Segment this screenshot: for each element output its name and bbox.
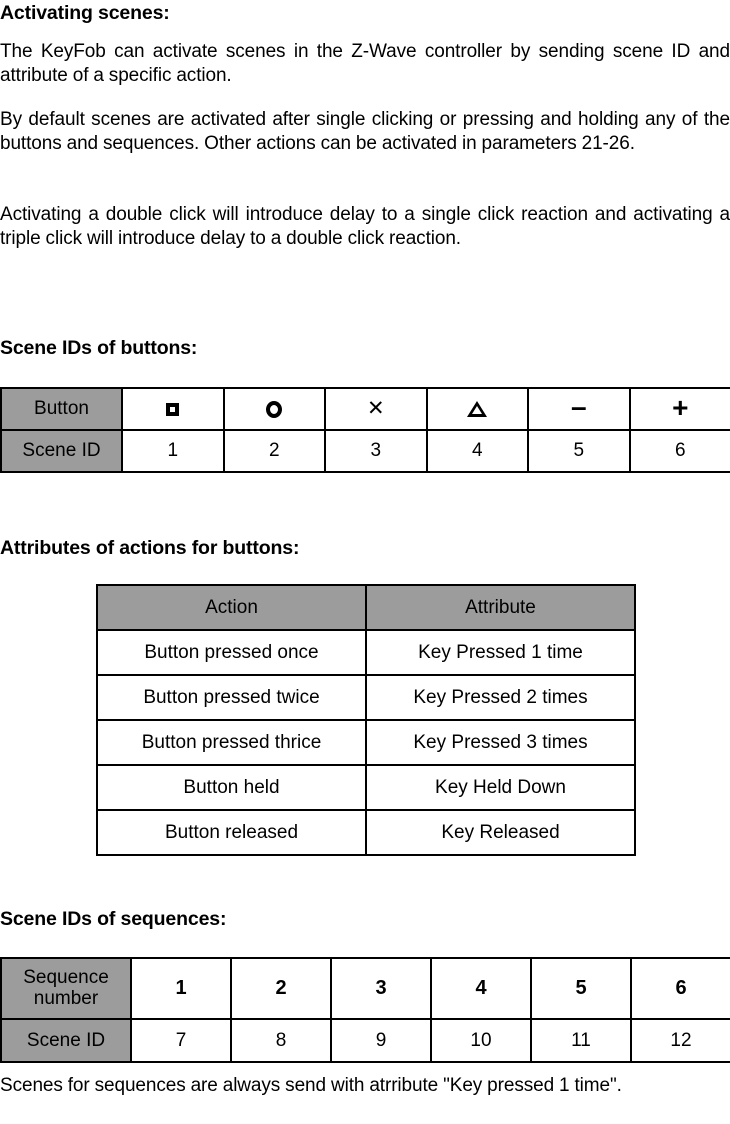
- cross-icon: ✕: [366, 396, 385, 420]
- cell-scene-id: 1: [121, 429, 225, 473]
- cell-scene-id: 9: [330, 1018, 432, 1063]
- cell-button-circle: [222, 387, 326, 431]
- heading-scene-ids-of-buttons: Scene IDs of buttons:: [0, 337, 198, 359]
- paragraph-double-triple-click: Activating a double click will introduce…: [0, 203, 730, 251]
- square-icon: [166, 402, 180, 416]
- paragraph-sequences-attribute-note: Scenes for sequences are always send wit…: [0, 1074, 730, 1098]
- attributes-of-actions-table: Action Attribute Button pressed once Key…: [96, 584, 636, 856]
- cell-scene-id: 8: [230, 1018, 332, 1063]
- table-row: Button held Key Held Down: [96, 764, 636, 811]
- cell-sequence-number: 5: [530, 957, 632, 1020]
- table-row: Button pressed once Key Pressed 1 time: [96, 629, 636, 676]
- circle-icon: [266, 400, 283, 418]
- column-header-action: Action: [96, 584, 367, 631]
- table-row-sequence-number: Sequence number 1 2 3 4 5 6: [0, 957, 730, 1020]
- cell-attribute: Key Pressed 3 times: [365, 719, 636, 766]
- cell-action: Button released: [96, 809, 367, 856]
- cell-attribute: Key Released: [365, 809, 636, 856]
- scene-ids-of-sequences-table: Sequence number 1 2 3 4 5 6 Scene ID 7 8…: [0, 957, 730, 1063]
- cell-scene-id: 10: [430, 1018, 532, 1063]
- cell-button-triangle: [425, 387, 529, 431]
- cell-attribute: Key Pressed 1 time: [365, 629, 636, 676]
- document-page: Activating scenes: The KeyFob can activa…: [0, 0, 730, 1124]
- plus-icon: +: [672, 392, 689, 423]
- cell-sequence-number: 6: [630, 957, 730, 1020]
- heading-activating-scenes: Activating scenes:: [0, 2, 170, 24]
- cell-sequence-number: 4: [430, 957, 532, 1020]
- cell-scene-id: 7: [130, 1018, 232, 1063]
- heading-scene-ids-of-sequences-wrap: Scene IDs of sequences:: [0, 908, 730, 930]
- attributes-of-actions-table-wrap: Action Attribute Button pressed once Key…: [0, 584, 730, 856]
- paragraph-text: By default scenes are activated after si…: [0, 109, 730, 155]
- heading-scene-ids-of-sequences: Scene IDs of sequences:: [0, 908, 227, 930]
- cell-button-square: [121, 387, 225, 431]
- cell-sequence-number: 3: [330, 957, 432, 1020]
- row-label-sequence-number-line2: number: [33, 987, 99, 1009]
- minus-icon: –: [570, 391, 587, 422]
- row-label-sequence-number-line1: Sequence: [23, 966, 109, 988]
- triangle-icon: [467, 401, 488, 418]
- cell-attribute: Key Held Down: [365, 764, 636, 811]
- cell-sequence-number: 1: [130, 957, 232, 1020]
- cell-scene-id: 3: [324, 429, 428, 473]
- scene-ids-of-buttons-table-wrap: Button ✕ – + Scene ID 1 2 3 4 5 6: [0, 387, 730, 473]
- heading-scene-ids-of-buttons-wrap: Scene IDs of buttons:: [0, 337, 730, 359]
- heading-attributes-of-actions-wrap: Attributes of actions for buttons:: [0, 537, 730, 559]
- row-label-scene-id: Scene ID: [0, 1018, 132, 1063]
- cell-sequence-number: 2: [230, 957, 332, 1020]
- table-row: Button pressed thrice Key Pressed 3 time…: [96, 719, 636, 766]
- paragraph-text: Scenes for sequences are always send wit…: [0, 1075, 622, 1096]
- cell-action: Button pressed once: [96, 629, 367, 676]
- cell-button-cross: ✕: [324, 387, 428, 431]
- cell-action: Button pressed thrice: [96, 719, 367, 766]
- table-row: Button pressed twice Key Pressed 2 times: [96, 674, 636, 721]
- row-label-sequence-number: Sequence number: [0, 957, 132, 1020]
- table-row: Button released Key Released: [96, 809, 636, 856]
- paragraph-text: Activating a double click will introduce…: [0, 204, 730, 250]
- cell-scene-id: 11: [530, 1018, 632, 1063]
- table-header-row: Action Attribute: [96, 584, 636, 631]
- cell-action: Button held: [96, 764, 367, 811]
- scene-ids-of-sequences-table-wrap: Sequence number 1 2 3 4 5 6 Scene ID 7 8…: [0, 957, 730, 1063]
- cell-attribute: Key Pressed 2 times: [365, 674, 636, 721]
- paragraph-text: The KeyFob can activate scenes in the Z-…: [0, 41, 730, 87]
- cell-action: Button pressed twice: [96, 674, 367, 721]
- cell-scene-id: 4: [425, 429, 529, 473]
- section-activating-scenes: Activating scenes:: [0, 2, 730, 24]
- row-label-scene-id: Scene ID: [0, 429, 123, 473]
- heading-attributes-of-actions: Attributes of actions for buttons:: [0, 537, 300, 559]
- cell-scene-id: 6: [628, 429, 730, 473]
- column-header-attribute: Attribute: [365, 584, 636, 631]
- cell-scene-id: 2: [222, 429, 326, 473]
- row-label-button: Button: [0, 387, 123, 431]
- cell-button-minus: –: [527, 387, 631, 431]
- paragraph-keyfob-scenes: The KeyFob can activate scenes in the Z-…: [0, 40, 730, 88]
- table-row-scene-id: Scene ID 1 2 3 4 5 6: [0, 429, 730, 473]
- table-row-button: Button ✕ – +: [0, 387, 730, 431]
- cell-scene-id: 5: [527, 429, 631, 473]
- cell-button-plus: +: [628, 387, 730, 431]
- paragraph-default-activation: By default scenes are activated after si…: [0, 108, 730, 156]
- scene-ids-of-buttons-table: Button ✕ – + Scene ID 1 2 3 4 5 6: [0, 387, 730, 473]
- table-row-scene-id: Scene ID 7 8 9 10 11 12: [0, 1018, 730, 1063]
- cell-scene-id: 12: [630, 1018, 730, 1063]
